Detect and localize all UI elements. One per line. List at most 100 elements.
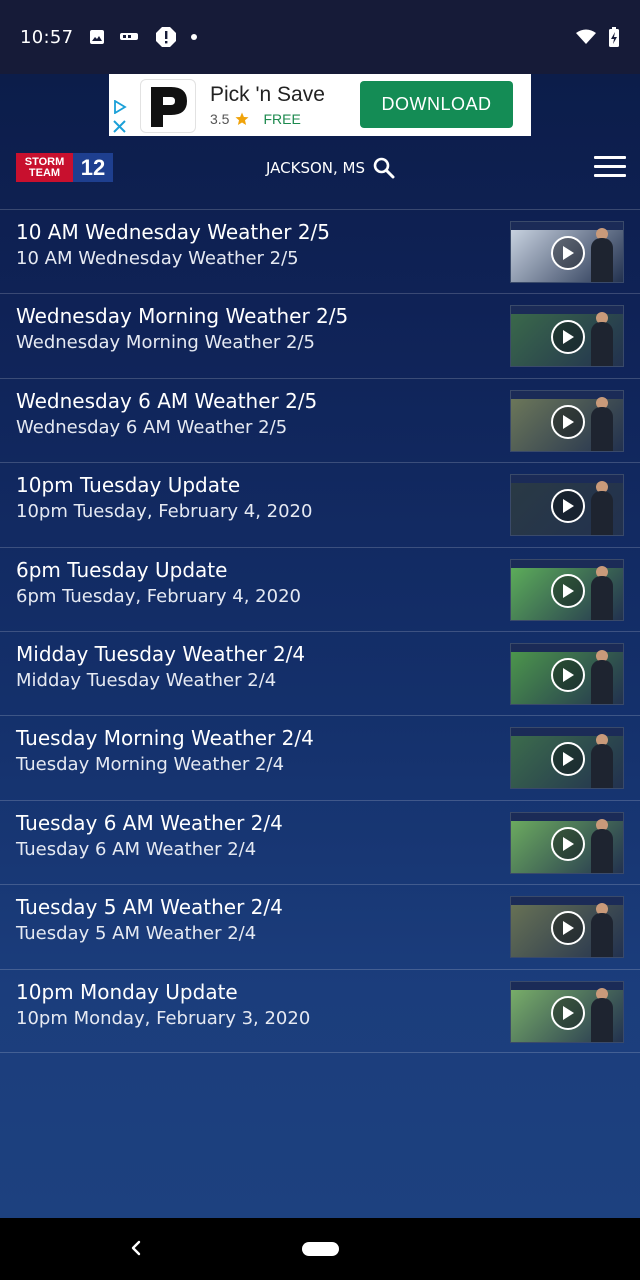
play-icon[interactable] <box>551 573 585 608</box>
video-title: 10pm Monday Update <box>16 979 238 1004</box>
location-label: JACKSON, MS <box>266 159 366 177</box>
thumbnail-banner <box>511 728 623 737</box>
ad-meta: 3.5 FREE <box>210 111 301 127</box>
video-subtitle: 6pm Tuesday, February 4, 2020 <box>16 585 301 607</box>
video-title: Wednesday Morning Weather 2/5 <box>16 304 349 329</box>
video-subtitle: Wednesday Morning Weather 2/5 <box>16 332 316 354</box>
play-icon[interactable] <box>551 826 585 861</box>
train-icon <box>120 33 139 40</box>
thumbnail-banner <box>511 897 623 906</box>
ad-banner[interactable]: Pick 'n Save 3.5 FREE DOWNLOAD <box>109 74 531 136</box>
video-list-item[interactable]: 6pm Tuesday Update 6pm Tuesday, February … <box>0 546 640 631</box>
video-list-item[interactable]: 10pm Monday Update 10pm Monday, February … <box>0 968 640 1053</box>
video-subtitle: Midday Tuesday Weather 2/4 <box>16 669 277 691</box>
ad-rating: 3.5 <box>210 111 230 127</box>
home-button[interactable] <box>302 1242 339 1256</box>
system-navigation-bar <box>0 1218 640 1280</box>
thumbnail-banner <box>511 643 623 652</box>
status-time: 10:57 <box>20 26 74 48</box>
video-subtitle: 10pm Monday, February 3, 2020 <box>16 1007 311 1029</box>
logo-top-text: STORM <box>24 155 65 168</box>
ad-title: Pick 'n Save <box>210 83 325 106</box>
ad-price: FREE <box>263 111 301 127</box>
logo-bottom-text: TEAM <box>28 166 61 179</box>
thumbnail-banner <box>511 222 623 230</box>
menu-line <box>594 165 626 168</box>
video-subtitle: 10pm Tuesday, February 4, 2020 <box>16 501 313 523</box>
thumbnail-banner <box>511 306 623 315</box>
system-icons <box>576 27 620 47</box>
video-list-item[interactable]: 10pm Tuesday Update 10pm Tuesday, Februar… <box>0 462 640 546</box>
thumbnail-presenter <box>591 238 613 282</box>
video-title: 10pm Tuesday Update <box>16 473 241 498</box>
video-thumbnail[interactable] <box>510 221 624 283</box>
video-title: Tuesday 6 AM Weather 2/4 <box>16 810 283 835</box>
thumbnail-presenter <box>591 828 613 873</box>
notification-icons <box>89 26 198 48</box>
pick-n-save-logo-icon <box>151 87 187 127</box>
video-list-item[interactable]: Wednesday Morning Weather 2/5 Wednesday M… <box>0 293 640 377</box>
thumbnail-presenter <box>591 913 613 958</box>
ad-download-button[interactable]: DOWNLOAD <box>360 81 513 128</box>
play-icon[interactable] <box>551 320 585 355</box>
video-thumbnail[interactable] <box>510 811 624 874</box>
video-list-item[interactable]: Wednesday 6 AM Weather 2/5 Wednesday 6 AM… <box>0 377 640 462</box>
play-icon[interactable] <box>551 404 585 439</box>
alert-icon <box>156 27 177 47</box>
ad-choices-icon[interactable] <box>113 100 127 114</box>
play-icon[interactable] <box>551 742 585 777</box>
video-title: Midday Tuesday Weather 2/4 <box>16 641 306 666</box>
play-icon[interactable] <box>551 995 585 1030</box>
video-title: Tuesday Morning Weather 2/4 <box>16 726 314 751</box>
video-thumbnail[interactable] <box>510 980 624 1043</box>
close-icon[interactable] <box>113 120 126 133</box>
thumbnail-banner <box>511 559 623 568</box>
video-list-item[interactable]: Tuesday 6 AM Weather 2/4 Tuesday 6 AM Wea… <box>0 799 640 884</box>
thumbnail-banner <box>511 475 623 484</box>
ad-app-logo[interactable] <box>140 79 196 133</box>
video-thumbnail[interactable] <box>510 389 624 452</box>
video-list: 10 AM Wednesday Weather 2/5 10 AM Wednesd… <box>0 209 640 1053</box>
search-icon[interactable] <box>373 157 395 179</box>
thumbnail-presenter <box>591 744 613 789</box>
video-thumbnail[interactable] <box>510 896 624 959</box>
app-header: STORM TEAM 12 JACKSON, MS <box>0 140 640 206</box>
play-icon[interactable] <box>551 911 585 946</box>
video-list-item[interactable]: Tuesday 5 AM Weather 2/4 Tuesday 5 AM Wea… <box>0 884 640 968</box>
video-thumbnail[interactable] <box>510 474 624 537</box>
menu-line <box>594 174 626 177</box>
video-thumbnail[interactable] <box>510 642 624 705</box>
logo-number: 12 <box>73 153 113 182</box>
menu-line <box>594 156 626 159</box>
video-subtitle: 10 AM Wednesday Weather 2/5 <box>16 248 299 269</box>
thumbnail-presenter <box>591 997 613 1042</box>
location-selector[interactable]: JACKSON, MS <box>266 157 395 179</box>
back-icon[interactable] <box>128 1238 144 1258</box>
video-title: 10 AM Wednesday Weather 2/5 <box>16 220 331 244</box>
logo-text-block: STORM TEAM <box>16 153 73 182</box>
thumbnail-presenter <box>591 575 613 620</box>
play-icon[interactable] <box>551 236 585 270</box>
video-subtitle: Tuesday Morning Weather 2/4 <box>16 754 285 776</box>
dot-icon <box>191 34 198 40</box>
video-thumbnail[interactable] <box>510 558 624 621</box>
storm-team-12-logo[interactable]: STORM TEAM 12 <box>16 153 113 182</box>
video-thumbnail[interactable] <box>510 305 624 368</box>
video-title: Wednesday 6 AM Weather 2/5 <box>16 388 318 413</box>
thumbnail-presenter <box>591 322 613 367</box>
thumbnail-banner <box>511 390 623 399</box>
hamburger-menu-icon[interactable] <box>594 156 626 178</box>
thumbnail-banner <box>511 812 623 821</box>
video-list-item[interactable]: Midday Tuesday Weather 2/4 Midday Tuesday… <box>0 630 640 715</box>
video-thumbnail[interactable] <box>510 727 624 790</box>
image-icon <box>90 30 105 44</box>
thumbnail-presenter <box>591 406 613 451</box>
ad-controls <box>109 74 131 136</box>
video-list-item[interactable]: 10 AM Wednesday Weather 2/5 10 AM Wednesd… <box>0 209 640 293</box>
thumbnail-presenter <box>591 491 613 536</box>
play-icon[interactable] <box>551 489 585 524</box>
video-list-item[interactable]: Tuesday Morning Weather 2/4 Tuesday Morni… <box>0 715 640 799</box>
thumbnail-banner <box>511 981 623 990</box>
play-icon[interactable] <box>551 657 585 692</box>
video-subtitle: Tuesday 5 AM Weather 2/4 <box>16 923 257 945</box>
